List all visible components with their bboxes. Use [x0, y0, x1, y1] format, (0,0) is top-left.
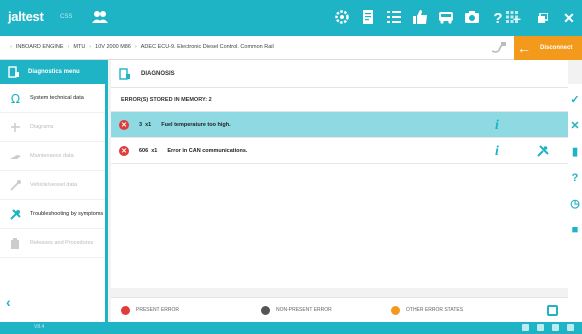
folder-icon[interactable]: ■	[572, 224, 579, 236]
delete-icon[interactable]: ✕	[570, 120, 579, 132]
clock-icon[interactable]: ◷	[570, 198, 580, 210]
present-error-icon	[121, 305, 130, 315]
breadcrumb-item[interactable]: MTU	[73, 44, 85, 50]
breadcrumb-separator: ›	[10, 44, 12, 50]
procedures-icon	[8, 236, 22, 250]
svg-text:?: ?	[493, 10, 502, 25]
sidebar-item-procedures[interactable]: Releases and Procedures	[0, 229, 105, 258]
present-error-icon: ✕	[119, 145, 129, 156]
info-icon[interactable]: i	[495, 144, 499, 160]
breadcrumb: › INBOARD ENGINE › MTU › 10V 2000 M86 › …	[10, 44, 274, 50]
breadcrumb-separator: ›	[67, 44, 70, 50]
sidebar-item-system-technical-data[interactable]: Ω System technical data	[0, 84, 105, 113]
info-icon[interactable]: i	[495, 118, 499, 134]
breadcrumb-separator: ›	[134, 44, 137, 50]
document-icon[interactable]	[360, 9, 376, 25]
present-error-icon: ✕	[119, 119, 129, 130]
cable-icon	[492, 42, 506, 53]
diagnosis-icon	[119, 67, 130, 80]
breadcrumb-item[interactable]: ADEC ECU-9. Electronic Diesel Control. C…	[141, 44, 274, 50]
sidebar-item-vehicle-data[interactable]: Vehicle/vessel data	[0, 171, 105, 200]
battery-icon	[522, 324, 529, 331]
vehicle-icon	[8, 178, 22, 192]
omega-icon: Ω	[8, 91, 22, 105]
trash-icon[interactable]: ▮	[572, 146, 578, 158]
diagram-icon	[8, 120, 22, 134]
question-icon[interactable]: ?	[572, 172, 579, 184]
monitor-icon	[567, 324, 574, 331]
bus-icon[interactable]	[438, 9, 454, 25]
error-row[interactable]: ✕ 3 x1 Fuel temperature too high. i	[111, 112, 568, 138]
sidebar-item-label: Releases and Procedures	[30, 239, 94, 246]
diagnostics-icon	[8, 66, 19, 78]
title-bar: jaltest CSS ? – ✕	[0, 0, 582, 36]
error-legend: PRESENT ERROR NON-PRESENT ERROR OTHER ER…	[111, 297, 568, 322]
error-description: Error in CAN communications.	[167, 147, 248, 154]
breadcrumb-separator: ›	[89, 44, 92, 50]
other-error-icon	[391, 305, 400, 315]
breadcrumb-bar: › INBOARD ENGINE › MTU › 10V 2000 M86 › …	[0, 36, 582, 60]
error-code: 606 x1	[139, 147, 158, 154]
close-button[interactable]: ✕	[556, 0, 582, 36]
troubleshooting-icon	[8, 207, 22, 221]
sidebar: Diagnostics menu Ω System technical data…	[0, 60, 108, 322]
sidebar-item-diagrams[interactable]: Diagrams	[0, 113, 105, 142]
camera-icon[interactable]	[464, 9, 480, 25]
error-count-label: ERROR(S) STORED IN MEMORY: 2	[121, 96, 212, 103]
legend-present: PRESENT ERROR	[121, 305, 261, 315]
legend-other: OTHER ERROR STATES	[391, 305, 464, 315]
sidebar-header-label: Diagnostics menu	[28, 69, 80, 75]
error-list: ✕ 3 x1 Fuel temperature too high. i ✕ 60…	[111, 112, 568, 288]
legend-non-present: NON-PRESENT ERROR	[261, 305, 391, 315]
wifi-icon	[537, 324, 544, 331]
bluetooth-icon	[552, 324, 559, 331]
sidebar-header[interactable]: Diagnostics menu	[0, 60, 105, 84]
users-icon[interactable]	[92, 10, 108, 24]
top-toolbar: ?	[334, 9, 506, 25]
repair-tools-icon[interactable]	[537, 145, 549, 157]
right-toolbar: ✓ ✕ ▮ ? ◷ ■	[568, 84, 582, 322]
sidebar-item-troubleshooting[interactable]: Troubleshooting by symptoms	[0, 200, 105, 229]
error-row[interactable]: ✕ 606 x1 Error in CAN communications. i	[111, 138, 568, 164]
back-chevron-icon[interactable]: ‹	[6, 294, 11, 310]
legend-label: PRESENT ERROR	[136, 307, 179, 313]
version-label: V8.4	[34, 324, 45, 330]
gear-icon[interactable]	[334, 9, 350, 25]
non-present-error-icon	[261, 305, 270, 315]
breadcrumb-item[interactable]: INBOARD ENGINE	[16, 44, 64, 50]
sidebar-item-label: Maintenance data	[30, 152, 74, 159]
thumbs-up-icon[interactable]	[412, 9, 428, 25]
expand-icon[interactable]	[547, 305, 558, 316]
page-title: DIAGNOSIS	[141, 70, 175, 77]
page-header: DIAGNOSIS	[111, 60, 568, 88]
maintenance-icon	[8, 149, 22, 163]
sidebar-item-label: System technical data	[30, 94, 84, 101]
minimize-button[interactable]: –	[504, 0, 530, 36]
arrow-left-icon: ←	[517, 40, 531, 56]
app-logo-sub: CSS	[60, 14, 73, 20]
sidebar-item-label: Vehicle/vessel data	[30, 181, 78, 188]
restore-icon	[538, 13, 548, 23]
status-icons	[522, 324, 574, 331]
breadcrumb-item[interactable]: 10V 2000 M86	[95, 44, 131, 50]
status-bar: V8.4	[0, 322, 582, 334]
disconnect-button[interactable]: ← Disconnect	[514, 36, 582, 60]
sidebar-item-maintenance-data[interactable]: Maintenance data	[0, 142, 105, 171]
list-icon[interactable]	[386, 9, 402, 25]
disconnect-label: Disconnect	[540, 45, 573, 51]
error-count-header: ERROR(S) STORED IN MEMORY: 2	[111, 88, 568, 112]
check-icon[interactable]: ✓	[570, 94, 579, 106]
restore-button[interactable]	[530, 0, 556, 36]
error-code: 3 x1	[139, 121, 152, 128]
error-description: Fuel temperature too high.	[161, 121, 231, 128]
sidebar-item-label: Diagrams	[30, 123, 54, 130]
svg-text:Ω: Ω	[10, 92, 19, 105]
app-logo: jaltest	[8, 9, 44, 24]
sidebar-item-label: Troubleshooting by symptoms	[30, 210, 104, 217]
legend-label: NON-PRESENT ERROR	[276, 307, 332, 313]
legend-label: OTHER ERROR STATES	[406, 307, 464, 313]
